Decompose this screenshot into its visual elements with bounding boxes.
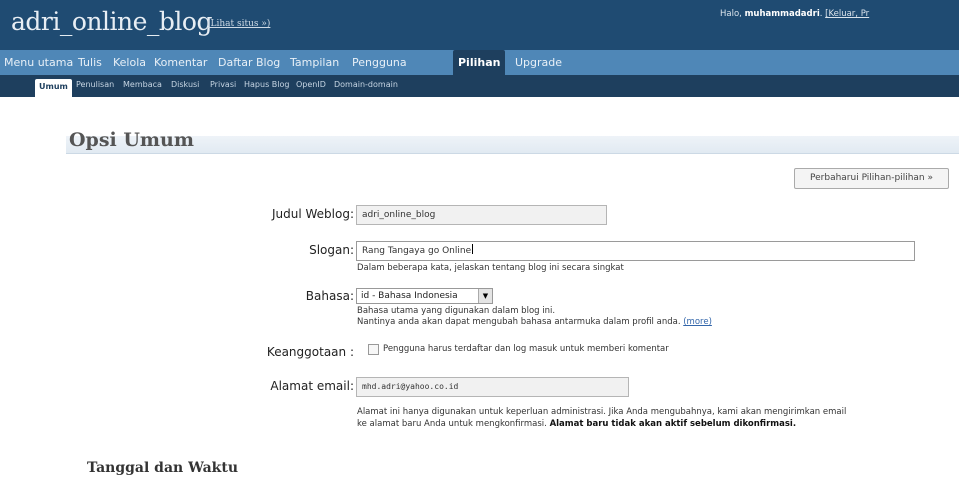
- menu-item-appearance[interactable]: Tampilan: [290, 50, 339, 75]
- email-help-bold: Alamat baru tidak akan aktif sebelum dik…: [549, 419, 797, 429]
- menu-item-comments[interactable]: Komentar: [154, 50, 207, 75]
- options-submenu: Umum Penulisan Membaca Diskusi Privasi H…: [0, 75, 959, 97]
- tab-delete-blog[interactable]: Hapus Blog: [244, 75, 289, 97]
- section-heading-datetime: Tanggal dan Waktu: [87, 460, 239, 476]
- membership-checkbox-label[interactable]: Pengguna harus terdaftar dan log masuk u…: [383, 344, 669, 355]
- menu-item-upgrade[interactable]: Upgrade: [515, 50, 562, 75]
- language-help-2: Nantinya anda akan dapat mengubah bahasa…: [357, 317, 712, 328]
- more-link[interactable]: (more): [683, 317, 712, 327]
- tagline-value: Rang Tangaya go Online: [362, 246, 472, 256]
- email-help-2: ke alamat baru Anda untuk mengkonfirmasi…: [357, 419, 796, 430]
- title-divider: [66, 153, 959, 154]
- weblog-title-label: Judul Weblog:: [271, 207, 354, 221]
- greeting-prefix: Halo,: [720, 9, 745, 19]
- text-caret: [472, 244, 474, 254]
- view-site-link[interactable]: (Lihat situs »): [207, 19, 270, 29]
- language-select[interactable]: id - Bahasa Indonesia ▼: [356, 288, 493, 304]
- language-help-2-text: Nantinya anda akan dapat mengubah bahasa…: [357, 317, 684, 327]
- menu-item-manage[interactable]: Kelola: [113, 50, 146, 75]
- language-selected-value: id - Bahasa Indonesia: [361, 291, 458, 301]
- header-bar: adri_online_blog (Lihat situs ») Halo, m…: [0, 0, 959, 50]
- email-help-1: Alamat ini hanya digunakan untuk keperlu…: [357, 407, 847, 417]
- email-help-2-text: ke alamat baru Anda untuk mengkonfirmasi…: [357, 419, 550, 429]
- tab-discussion[interactable]: Diskusi: [171, 75, 199, 97]
- weblog-title-input[interactable]: adri_online_blog: [356, 205, 607, 225]
- page-title: Opsi Umum: [69, 129, 194, 151]
- tagline-help: Dalam beberapa kata, jelaskan tentang bl…: [357, 263, 624, 273]
- username: muhammadadri: [744, 9, 820, 19]
- tab-openid[interactable]: OpenID: [296, 75, 326, 97]
- language-help-1: Bahasa utama yang digunakan dalam blog i…: [357, 306, 556, 316]
- blog-title[interactable]: adri_online_blog: [11, 7, 212, 36]
- menu-item-users[interactable]: Pengguna: [352, 50, 407, 75]
- language-label: Bahasa:: [305, 289, 354, 303]
- tab-reading[interactable]: Membaca: [123, 75, 162, 97]
- title-underline: [66, 136, 959, 153]
- tab-domains[interactable]: Domain-domain: [334, 75, 398, 97]
- chevron-down-icon[interactable]: ▼: [478, 289, 492, 303]
- email-label: Alamat email:: [270, 379, 354, 393]
- tab-general[interactable]: Umum: [35, 79, 72, 97]
- menu-item-write[interactable]: Tulis: [78, 50, 102, 75]
- user-greeting: Halo, muhammadadri. [Keluar, Pr: [720, 9, 869, 19]
- main-menu: Menu utama Tulis Kelola Komentar Daftar …: [0, 50, 959, 75]
- menu-item-dashboard[interactable]: Menu utama: [4, 50, 73, 75]
- tagline-label: Slogan:: [309, 243, 354, 257]
- membership-checkbox[interactable]: [368, 344, 379, 355]
- logout-link[interactable]: [Keluar, Pr: [825, 9, 869, 19]
- menu-item-blogs[interactable]: Daftar Blog: [218, 50, 280, 75]
- membership-label: Keanggotaan :: [266, 345, 354, 359]
- email-input[interactable]: mhd.adri@yahoo.co.id: [356, 377, 629, 397]
- tab-privacy[interactable]: Privasi: [210, 75, 236, 97]
- update-options-button[interactable]: Perbaharui Pilihan-pilihan »: [794, 168, 949, 189]
- tagline-input[interactable]: Rang Tangaya go Online: [356, 241, 915, 261]
- menu-item-options[interactable]: Pilihan: [453, 50, 506, 75]
- tab-writing[interactable]: Penulisan: [76, 75, 114, 97]
